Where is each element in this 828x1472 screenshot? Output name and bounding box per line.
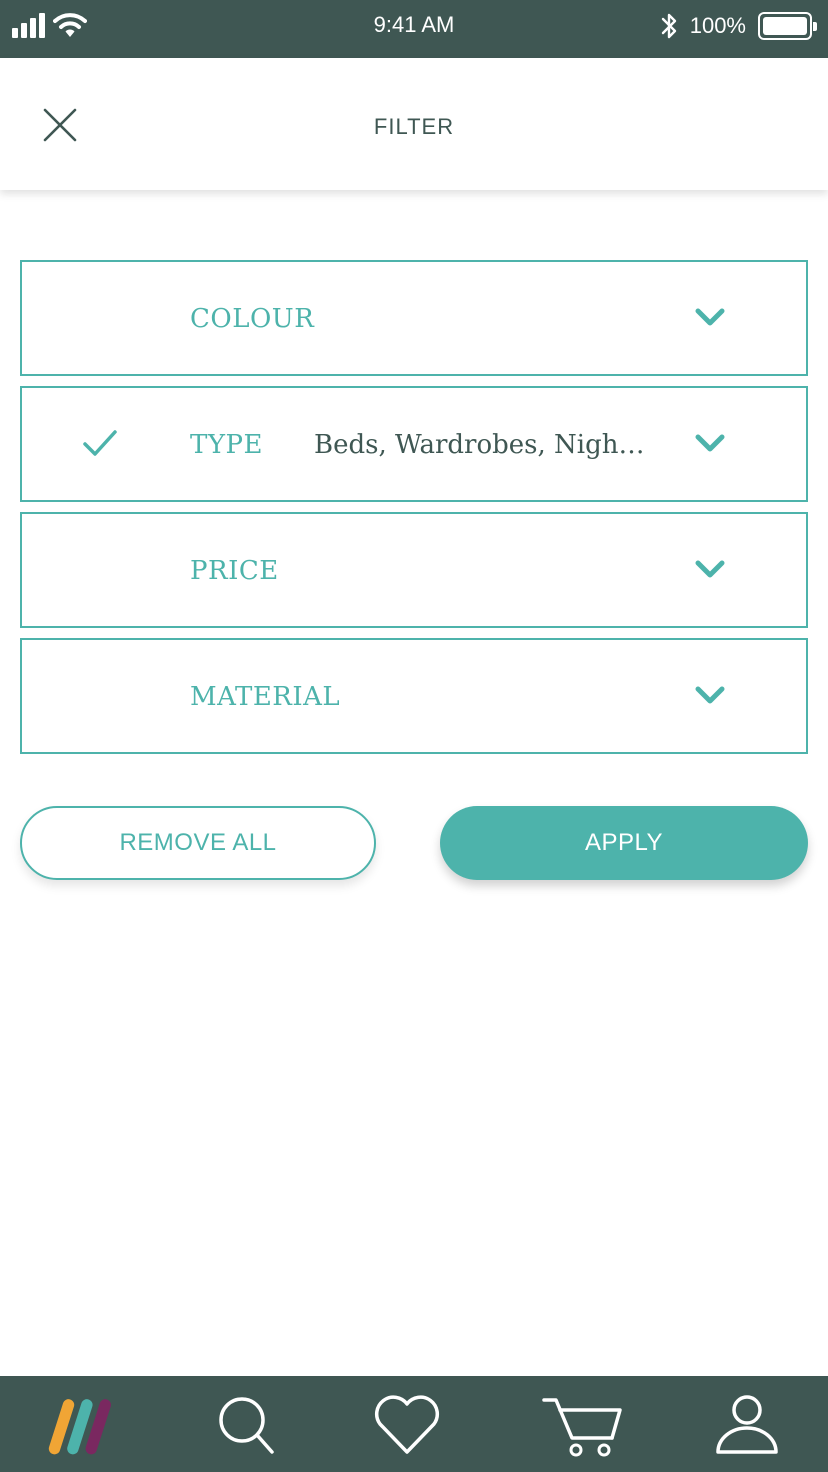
check-icon (83, 430, 117, 456)
search-icon[interactable] (212, 1390, 282, 1460)
heart-icon[interactable] (372, 1390, 442, 1460)
bluetooth-icon (661, 13, 676, 39)
home-logo-icon[interactable] (44, 1390, 114, 1460)
battery-icon (758, 12, 817, 40)
filter-label: MATERIAL (190, 682, 341, 712)
apply-button[interactable]: APPLY (440, 806, 808, 880)
filter-row-material[interactable]: MATERIAL (20, 638, 808, 754)
status-right: 100% (660, 10, 817, 42)
filter-row-price[interactable]: PRICE (20, 512, 808, 628)
header: FILTER (0, 58, 828, 190)
status-bar: 9:41 AM 100% (0, 0, 828, 58)
remove-all-button[interactable]: REMOVE ALL (20, 806, 376, 880)
filter-row-colour[interactable]: COLOUR (20, 260, 808, 376)
chevron-down-icon[interactable] (694, 432, 726, 454)
filter-label: TYPE (190, 430, 263, 460)
filter-label: COLOUR (190, 304, 315, 334)
filter-value: Beds, Wardrobes, Night… (314, 430, 654, 460)
filter-row-type[interactable]: TYPE Beds, Wardrobes, Night… (20, 386, 808, 502)
chevron-down-icon[interactable] (694, 558, 726, 580)
cart-icon[interactable] (542, 1390, 626, 1460)
chevron-down-icon[interactable] (694, 684, 726, 706)
page-title: FILTER (373, 114, 455, 139)
battery-percent: 100% (689, 13, 746, 38)
bottom-nav (0, 1376, 828, 1472)
filter-label: PRICE (190, 556, 279, 586)
profile-icon[interactable] (712, 1390, 782, 1460)
chevron-down-icon[interactable] (694, 306, 726, 328)
